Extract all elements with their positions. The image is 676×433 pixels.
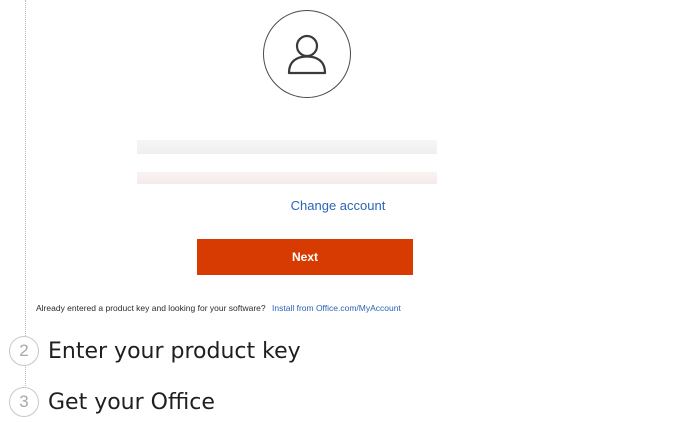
person-icon xyxy=(287,34,327,75)
install-link[interactable]: Install from Office.com/MyAccount xyxy=(272,303,401,313)
step-2-number: 2 xyxy=(9,336,39,366)
account-name-field xyxy=(137,140,437,154)
step-2-title: Enter your product key xyxy=(48,338,301,364)
step-3-number: 3 xyxy=(9,387,39,417)
step-3: 3 Get your Office xyxy=(9,387,215,417)
account-email-field xyxy=(137,172,437,184)
avatar xyxy=(263,10,351,98)
step-2: 2 Enter your product key xyxy=(9,336,301,366)
help-text: Already entered a product key and lookin… xyxy=(36,303,266,313)
change-account-link[interactable]: Change account xyxy=(0,198,676,213)
next-button[interactable]: Next xyxy=(197,239,413,275)
step-3-title: Get your Office xyxy=(48,389,215,415)
help-line: Already entered a product key and lookin… xyxy=(36,303,401,313)
